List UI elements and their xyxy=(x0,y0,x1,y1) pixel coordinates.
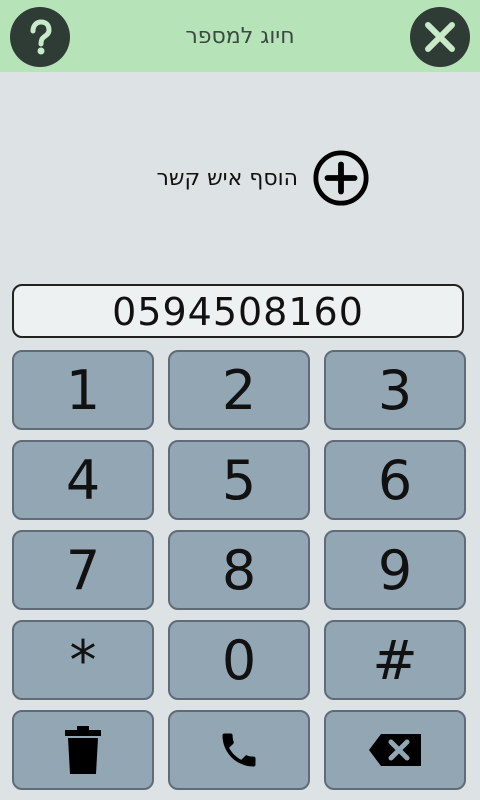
close-x-icon xyxy=(425,22,455,52)
backspace-icon xyxy=(369,734,421,766)
key-4[interactable]: 4 xyxy=(12,440,154,520)
key-8[interactable]: 8 xyxy=(168,530,310,610)
page-title: חיוג למספר xyxy=(185,24,295,49)
key-9[interactable]: 9 xyxy=(324,530,466,610)
question-mark-icon xyxy=(30,19,52,55)
trash-icon xyxy=(65,726,101,774)
plus-circle-icon xyxy=(313,150,369,206)
phone-icon xyxy=(222,733,256,767)
key-6[interactable]: 6 xyxy=(324,440,466,520)
header-bar: חיוג למספר xyxy=(0,0,480,72)
key-5[interactable]: 5 xyxy=(168,440,310,520)
key-hash[interactable]: # xyxy=(324,620,466,700)
key-star[interactable]: * xyxy=(12,620,154,700)
add-contact-label: הוסף איש קשר xyxy=(156,165,298,191)
dial-number-field[interactable]: 0594508160 xyxy=(12,284,464,338)
add-contact-button[interactable]: הוסף איש קשר xyxy=(110,146,370,210)
clear-button[interactable] xyxy=(12,710,154,790)
key-2[interactable]: 2 xyxy=(168,350,310,430)
key-1[interactable]: 1 xyxy=(12,350,154,430)
key-7[interactable]: 7 xyxy=(12,530,154,610)
key-3[interactable]: 3 xyxy=(324,350,466,430)
backspace-button[interactable] xyxy=(324,710,466,790)
help-button[interactable] xyxy=(10,7,70,67)
close-button[interactable] xyxy=(410,7,470,67)
call-button[interactable] xyxy=(168,710,310,790)
key-0[interactable]: 0 xyxy=(168,620,310,700)
